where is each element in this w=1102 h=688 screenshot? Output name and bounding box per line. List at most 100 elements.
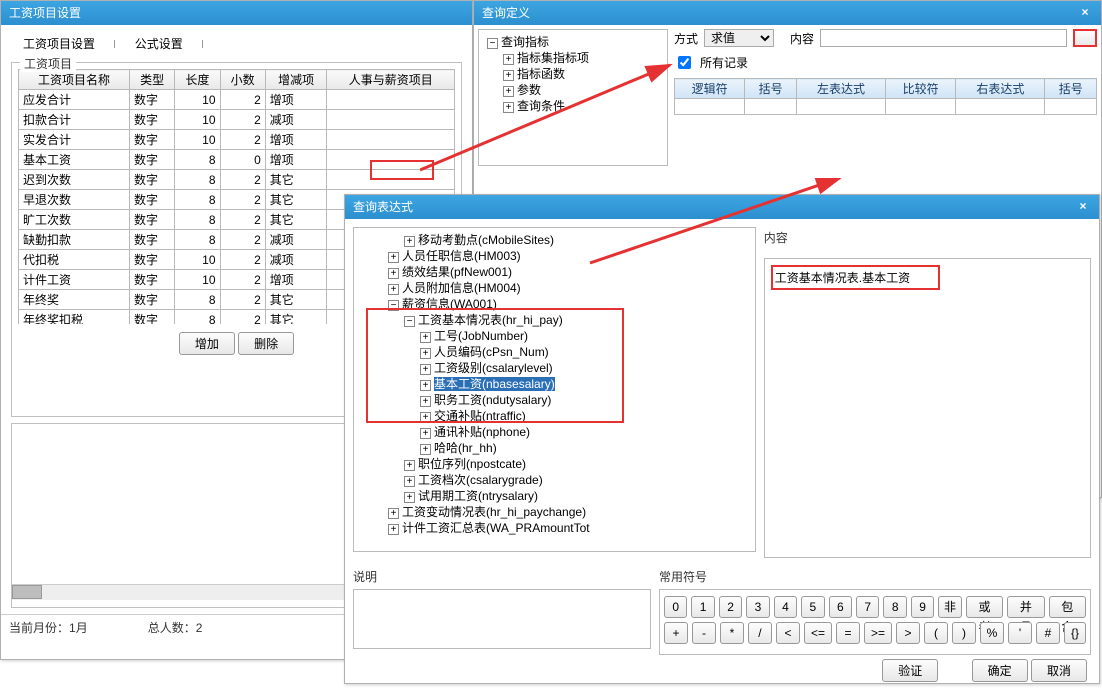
content-input[interactable] — [820, 29, 1067, 47]
expand-icon[interactable]: + — [420, 348, 431, 359]
table-row[interactable]: 应发合计数字102增项 — [19, 90, 455, 110]
verify-button[interactable]: 验证 — [882, 659, 938, 682]
tree-node[interactable]: +计件工资汇总表(WA_PRAmountTot — [388, 520, 751, 536]
hscroll-thumb[interactable] — [12, 585, 42, 599]
expand-icon[interactable]: + — [404, 492, 415, 503]
col-header[interactable]: 括号 — [745, 79, 797, 99]
tree-node[interactable]: +人员任职信息(HM003) — [388, 248, 751, 264]
col-header[interactable]: 小数 — [220, 70, 265, 90]
cancel-button[interactable]: 取消 — [1031, 659, 1087, 682]
delete-button[interactable]: 删除 — [238, 332, 294, 355]
symbol-button[interactable]: / — [748, 622, 772, 644]
symbol-button[interactable]: ( — [924, 622, 948, 644]
tree-node[interactable]: −查询指标 — [483, 34, 663, 50]
tree-node[interactable]: +人员附加信息(HM004) — [388, 280, 751, 296]
col-header[interactable]: 逻辑符 — [675, 79, 745, 99]
symbol-button[interactable]: 8 — [883, 596, 906, 618]
expand-icon[interactable]: − — [404, 316, 415, 327]
symbol-button[interactable]: + — [664, 622, 688, 644]
symbol-button[interactable]: 或者 — [966, 596, 1003, 618]
tree-node[interactable]: −工资基本情况表(hr_hi_pay) — [388, 312, 751, 328]
tree-node[interactable]: +工资档次(csalarygrade) — [388, 472, 751, 488]
expand-icon[interactable]: + — [388, 268, 399, 279]
symbol-button[interactable]: < — [776, 622, 800, 644]
tree-node[interactable]: +参数 — [483, 82, 663, 98]
tree-node[interactable]: +哈哈(hr_hh) — [388, 440, 751, 456]
symbol-button[interactable]: * — [720, 622, 744, 644]
expand-icon[interactable]: + — [503, 102, 514, 113]
expand-icon[interactable]: + — [503, 54, 514, 65]
symbol-button[interactable]: 7 — [856, 596, 879, 618]
tab-items[interactable]: 工资项目设置 — [19, 31, 99, 56]
condition-grid[interactable]: 逻辑符括号左表达式比较符右表达式括号 — [674, 78, 1097, 115]
tree-node[interactable]: +交通补贴(ntraffic) — [388, 408, 751, 424]
tree-node[interactable]: +职位序列(npostcate) — [388, 456, 751, 472]
symbol-button[interactable]: 6 — [829, 596, 852, 618]
symbol-button[interactable]: 包含 — [1049, 596, 1086, 618]
col-header[interactable]: 括号 — [1045, 79, 1097, 99]
col-header[interactable]: 增减项 — [265, 70, 327, 90]
table-row[interactable]: 迟到次数数字82其它 — [19, 170, 455, 190]
symbol-button[interactable]: # — [1036, 622, 1060, 644]
col-header[interactable]: 类型 — [130, 70, 175, 90]
tree-node[interactable]: +工资级别(csalarylevel) — [388, 360, 751, 376]
symbol-button[interactable]: 4 — [774, 596, 797, 618]
col-header[interactable]: 比较符 — [885, 79, 955, 99]
symbol-button[interactable]: 1 — [691, 596, 714, 618]
symbol-button[interactable]: 5 — [801, 596, 824, 618]
tree-node[interactable]: +试用期工资(ntrysalary) — [388, 488, 751, 504]
symbol-button[interactable]: 0 — [664, 596, 687, 618]
expand-icon[interactable]: + — [388, 508, 399, 519]
expand-icon[interactable]: + — [420, 444, 431, 455]
col-header[interactable]: 左表达式 — [796, 79, 885, 99]
tree-node[interactable]: +指标函数 — [483, 66, 663, 82]
symbol-button[interactable]: 非 — [938, 596, 961, 618]
symbol-button[interactable]: 并且 — [1007, 596, 1044, 618]
table-row[interactable]: 实发合计数字102增项 — [19, 130, 455, 150]
col-header[interactable]: 工资项目名称 — [19, 70, 130, 90]
symbol-button[interactable]: 2 — [719, 596, 742, 618]
tree-node[interactable]: +移动考勤点(cMobileSites) — [388, 232, 751, 248]
expand-icon[interactable]: + — [420, 412, 431, 423]
field-tree[interactable]: +移动考勤点(cMobileSites)+人员任职信息(HM003)+绩效结果(… — [353, 227, 756, 552]
symbol-button[interactable]: ' — [1008, 622, 1032, 644]
symbol-button[interactable]: {} — [1064, 622, 1086, 644]
expand-icon[interactable]: + — [503, 70, 514, 81]
tree-node[interactable]: +职务工资(ndutysalary) — [388, 392, 751, 408]
expand-icon[interactable]: + — [420, 380, 431, 391]
expand-icon[interactable]: + — [388, 252, 399, 263]
tree-node[interactable]: +基本工资(nbasesalary) — [388, 376, 751, 392]
expand-icon[interactable]: + — [404, 476, 415, 487]
expand-icon[interactable]: + — [420, 396, 431, 407]
table-row[interactable]: 扣款合计数字102减项 — [19, 110, 455, 130]
expand-icon[interactable]: + — [503, 86, 514, 97]
tree-node[interactable]: +通讯补贴(nphone) — [388, 424, 751, 440]
expand-icon[interactable]: + — [388, 524, 399, 535]
symbol-button[interactable]: <= — [804, 622, 832, 644]
symbol-button[interactable]: 3 — [746, 596, 769, 618]
tab-formula[interactable]: 公式设置 — [131, 31, 187, 56]
symbol-button[interactable]: ) — [952, 622, 976, 644]
expand-icon[interactable]: + — [420, 428, 431, 439]
expand-icon[interactable]: + — [388, 284, 399, 295]
symbol-button[interactable]: 9 — [911, 596, 934, 618]
col-header[interactable]: 长度 — [175, 70, 220, 90]
symbol-button[interactable]: >= — [864, 622, 892, 644]
close-icon[interactable]: × — [1077, 5, 1093, 21]
symbol-button[interactable]: % — [980, 622, 1004, 644]
content-area[interactable]: 工资基本情况表.基本工资 — [764, 258, 1091, 558]
symbol-button[interactable]: = — [836, 622, 860, 644]
close-icon[interactable]: × — [1075, 199, 1091, 215]
table-row[interactable]: 基本工资数字80增项 — [19, 150, 455, 170]
expand-icon[interactable]: + — [420, 364, 431, 375]
tree-node[interactable]: +指标集指标项 — [483, 50, 663, 66]
all-records-checkbox[interactable] — [678, 56, 691, 69]
col-header[interactable]: 人事与薪资项目 — [327, 70, 455, 90]
expand-icon[interactable]: − — [388, 300, 399, 311]
expand-icon[interactable]: + — [404, 236, 415, 247]
content-browse-button[interactable] — [1073, 29, 1097, 47]
tree-node[interactable]: +人员编码(cPsn_Num) — [388, 344, 751, 360]
tree-node[interactable]: +查询条件 — [483, 98, 663, 114]
add-button[interactable]: 增加 — [179, 332, 235, 355]
ok-button[interactable]: 确定 — [972, 659, 1028, 682]
